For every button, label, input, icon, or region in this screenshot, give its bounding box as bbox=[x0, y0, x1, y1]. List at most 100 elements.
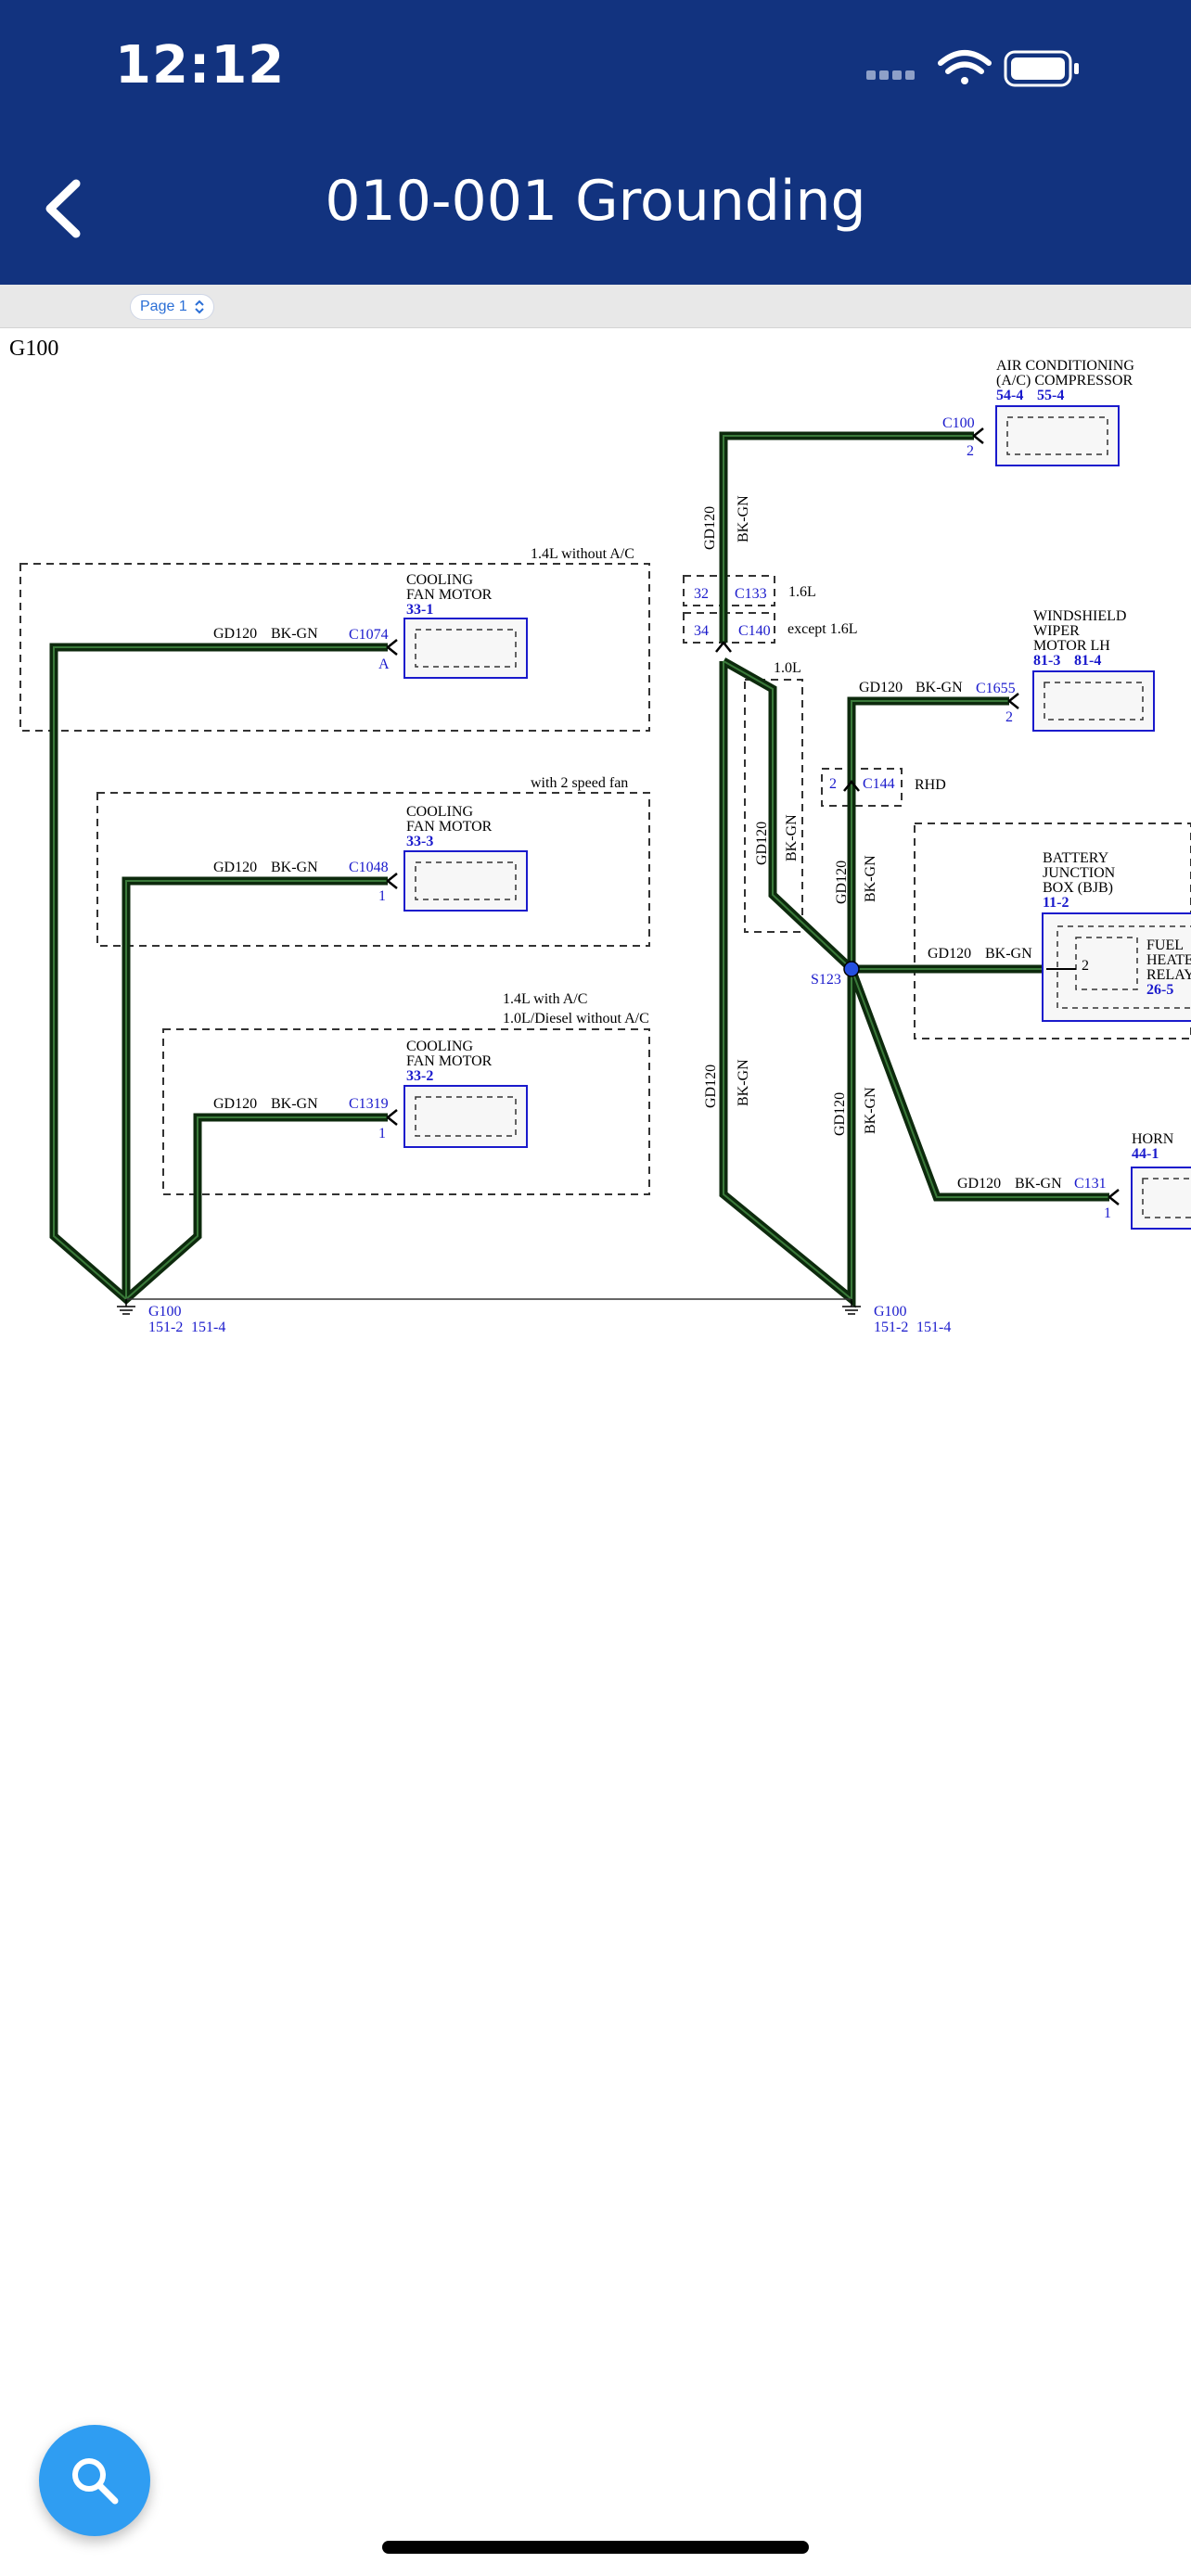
cond-1l0: 1.0L bbox=[774, 660, 801, 676]
diagram-label: 151-4 bbox=[191, 1320, 225, 1335]
wifi-icon bbox=[938, 50, 992, 84]
c140-label: C140 bbox=[738, 623, 771, 639]
c133-pin: 32 bbox=[694, 586, 709, 602]
diagram-label: 2 bbox=[967, 443, 974, 459]
diagram-label: 33-3 bbox=[406, 834, 433, 849]
cond-1l6: 1.6L bbox=[788, 584, 816, 600]
diagram-label: 11-2 bbox=[1043, 895, 1069, 911]
ground-left-label: G100 bbox=[148, 1304, 182, 1320]
wire-label-circuit: GD120 bbox=[213, 860, 257, 875]
wire-fan2 bbox=[122, 876, 388, 1299]
diagram-label: (A/C) COMPRESSOR bbox=[996, 373, 1133, 389]
wire-label-color: BK-GN bbox=[985, 946, 1032, 962]
search-button[interactable] bbox=[39, 2425, 150, 2536]
fan1-box bbox=[403, 618, 528, 679]
diagram-label: A bbox=[378, 657, 390, 672]
diagram-label: AIR CONDITIONING bbox=[996, 358, 1134, 374]
diagram-label: BOX (BJB) bbox=[1043, 880, 1113, 896]
status-time: 12:12 bbox=[115, 35, 286, 96]
diagram-label: FAN MOTOR bbox=[406, 587, 493, 603]
home-indicator bbox=[382, 2541, 809, 2554]
splice-label: S123 bbox=[811, 972, 841, 988]
cond-diesel: 1.0L/Diesel without A/C bbox=[503, 1011, 649, 1027]
diagram-label: C1048 bbox=[349, 860, 389, 875]
diagram-title: G100 bbox=[9, 337, 58, 361]
status-icons bbox=[839, 46, 1117, 97]
diagram-label: 2 bbox=[1005, 709, 1013, 725]
diagram-label: C1319 bbox=[349, 1096, 389, 1112]
wire-label-circuit: GD120 bbox=[859, 680, 903, 695]
cond-with-ac: 1.4L with A/C bbox=[503, 991, 587, 1007]
battery-icon bbox=[1004, 50, 1079, 87]
diagram-label: FUEL bbox=[1146, 937, 1184, 953]
wire-label-circuit: GD120 bbox=[754, 822, 770, 865]
wire-label-circuit: GD120 bbox=[213, 1096, 257, 1112]
wiring-diagram-svg: G100 1.4L without A/C with 2 speed fan 1… bbox=[9, 337, 1191, 1335]
diagram-label: C1655 bbox=[976, 681, 1016, 696]
wire-label-circuit: GD120 bbox=[832, 1092, 848, 1136]
wire-ac bbox=[719, 431, 974, 643]
wire-label-circuit: GD120 bbox=[957, 1176, 1001, 1192]
signal-icon bbox=[866, 70, 915, 80]
page-title: 010-001 Grounding bbox=[325, 169, 866, 234]
pdf-toolbar: Page 1 bbox=[0, 285, 1191, 328]
diagram-label: C100 bbox=[942, 415, 975, 431]
wire-label-circuit: GD120 bbox=[928, 946, 971, 962]
diagram-label: FAN MOTOR bbox=[406, 819, 493, 835]
wire-label-circuit: GD120 bbox=[213, 626, 257, 642]
wire-label-circuit: GD120 bbox=[702, 506, 718, 550]
diagram-label: C131 bbox=[1074, 1176, 1107, 1192]
cond-no-ac: 1.4L without A/C bbox=[531, 546, 634, 562]
cond-except-1l6: except 1.6L bbox=[788, 621, 858, 637]
ground-right-label: G100 bbox=[874, 1304, 907, 1320]
wire-label-color: BK-GN bbox=[1015, 1176, 1062, 1192]
wire-label-color: BK-GN bbox=[271, 626, 318, 642]
c144-pin: 2 bbox=[829, 776, 837, 792]
diagram-label: COOLING bbox=[406, 804, 473, 820]
diagram-label: 151-2 bbox=[874, 1320, 908, 1335]
diagram-label: 33-1 bbox=[406, 602, 433, 618]
diagram-label: 81-4 bbox=[1074, 653, 1101, 669]
fan2-box bbox=[403, 850, 528, 912]
horn-box bbox=[1131, 1167, 1191, 1230]
c140-pin: 34 bbox=[694, 623, 709, 639]
cond-rhd: RHD bbox=[915, 777, 946, 793]
page-label: Page 1 bbox=[140, 299, 187, 314]
diagram-label: 33-2 bbox=[406, 1068, 433, 1084]
diagram-label: MOTOR LH bbox=[1033, 638, 1110, 654]
wire-label-color: BK-GN bbox=[271, 860, 318, 875]
diagram-label: 54-4 bbox=[996, 388, 1023, 403]
wire-fan1-fan3 bbox=[49, 643, 388, 1305]
c133-label: C133 bbox=[735, 586, 767, 602]
fan3-box bbox=[403, 1085, 528, 1148]
wire-label-color: BK-GN bbox=[736, 495, 751, 542]
diagram-label: 1 bbox=[378, 888, 386, 904]
diagram-label: BATTERY bbox=[1043, 850, 1109, 866]
diagram-label: WINDSHIELD bbox=[1033, 608, 1126, 624]
diagram-label: HORN bbox=[1132, 1131, 1174, 1147]
diagram-label: JUNCTION bbox=[1043, 865, 1116, 881]
wiring-diagram: G100 1.4L without A/C with 2 speed fan 1… bbox=[0, 327, 1191, 1352]
diagram-label: 81-3 bbox=[1033, 653, 1060, 669]
app-header: 12:12 010-001 Grounding bbox=[0, 0, 1191, 285]
diagram-label: 2 bbox=[1082, 958, 1089, 974]
diagram-label: RELAY bbox=[1146, 967, 1191, 983]
ac-box bbox=[995, 405, 1120, 466]
diagram-label: COOLING bbox=[406, 572, 473, 588]
cond-two-speed: with 2 speed fan bbox=[531, 775, 628, 791]
diagram-label: FAN MOTOR bbox=[406, 1053, 493, 1069]
updown-chevron-icon bbox=[195, 300, 204, 314]
page-selector[interactable]: Page 1 bbox=[130, 294, 214, 320]
diagram-label: 151-4 bbox=[916, 1320, 951, 1335]
diagram-label: C1074 bbox=[349, 627, 389, 643]
wire-wiper bbox=[847, 696, 1009, 969]
diagram-label: 1 bbox=[1104, 1205, 1111, 1221]
wiper-box bbox=[1032, 670, 1155, 732]
diagram-label: 151-2 bbox=[148, 1320, 183, 1335]
wire-label-circuit: GD120 bbox=[703, 1065, 719, 1108]
wire-label-color: BK-GN bbox=[863, 855, 878, 902]
wire-label-color: BK-GN bbox=[916, 680, 963, 695]
diagram-label: HEATER bbox=[1146, 952, 1191, 968]
diagram-label: 1 bbox=[378, 1126, 386, 1141]
diagram-label: 55-4 bbox=[1037, 388, 1064, 403]
